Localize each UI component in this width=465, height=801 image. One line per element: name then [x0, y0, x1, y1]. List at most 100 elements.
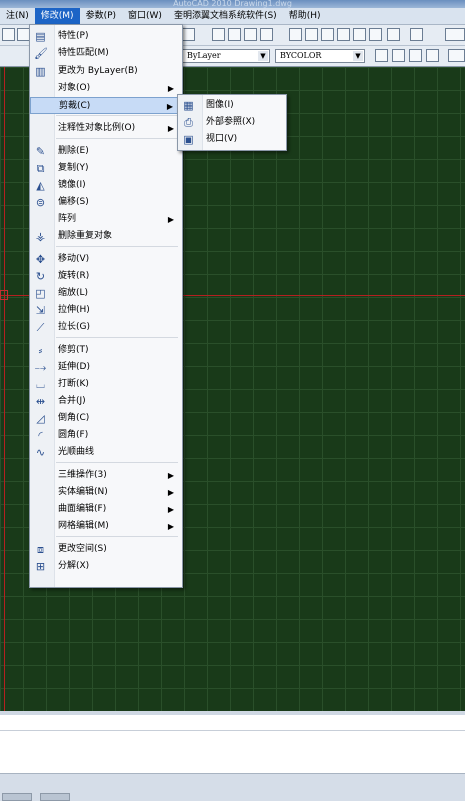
properties-toolbar-icon[interactable]	[289, 28, 302, 41]
modify-menu-item[interactable]: ✥ 移动(V)	[30, 251, 180, 268]
modify-menu-item[interactable]: ⧈ 更改空间(S)	[30, 541, 180, 558]
modify-menu-item[interactable]: ⚶ 删除重复对象	[30, 228, 180, 245]
modify-menu-item-label: 拉伸(H)	[58, 305, 90, 315]
crosshair-pickbox	[0, 290, 8, 300]
modify-menu-item[interactable]: ◿ 倒角(C)	[30, 410, 180, 427]
zoom-window-icon[interactable]	[244, 28, 257, 41]
modify-menu-item-label: 删除重复对象	[58, 231, 113, 241]
help-icon[interactable]	[387, 28, 400, 41]
modify-menu-item[interactable]: ⇲ 拉伸(H)	[30, 302, 180, 319]
menu-annotate[interactable]: 注(N)	[0, 8, 35, 24]
modify-menu-item-label: 注释性对象比例(O)	[58, 123, 136, 133]
color-dropdown[interactable]: BYCOLOR ▼	[275, 49, 365, 63]
modify-menu-item[interactable]: 实体编辑(N) ▶	[30, 484, 180, 501]
blend-curves-icon: ∿	[35, 446, 46, 459]
modify-menu-item[interactable]: 网格编辑(M) ▶	[30, 518, 180, 535]
command-line[interactable]	[0, 711, 465, 777]
dimension-radius-icon[interactable]	[448, 49, 465, 62]
modify-menu-item-label: 镜像(I)	[58, 180, 86, 190]
submenu-arrow-icon: ▶	[167, 522, 174, 531]
modify-menu-item[interactable]: ⊜ 偏移(S)	[30, 194, 180, 211]
modify-menu-item[interactable]: 阵列 ▶	[30, 211, 180, 228]
submenu-arrow-icon: ▶	[166, 102, 173, 111]
text-style-icon[interactable]	[410, 28, 423, 41]
overkill-icon: ⚶	[35, 230, 46, 243]
modify-menu-item-label: 更改为 ByLayer(B)	[58, 66, 138, 76]
modify-menu-item[interactable]: 对象(O) ▶	[30, 80, 180, 97]
modify-menu-item[interactable]: ⧉ 复制(Y)	[30, 160, 180, 177]
submenu-arrow-icon: ▶	[167, 124, 174, 133]
modify-menu-item[interactable]: 注释性对象比例(O) ▶	[30, 120, 180, 137]
modify-menu-item[interactable]: ◜ 圆角(F)	[30, 427, 180, 444]
modify-menu-item-label: 阵列	[58, 214, 77, 224]
move-icon: ✥	[35, 253, 46, 266]
menu-separator	[56, 462, 178, 463]
modify-menu-item[interactable]: ⤍ 延伸(D)	[30, 359, 180, 376]
modify-menu-item-label: 缩放(L)	[58, 288, 89, 298]
join-icon: ⇹	[35, 395, 46, 408]
modify-menu-item[interactable]: ◰ 缩放(L)	[30, 285, 180, 302]
modify-menu-item-label: 光顺曲线	[58, 447, 95, 457]
sheet-set-icon[interactable]	[337, 28, 350, 41]
zoom-previous-icon[interactable]	[260, 28, 273, 41]
modify-menu-item[interactable]: ∿ 光顺曲线	[30, 444, 180, 461]
image-icon: ▦	[183, 99, 194, 112]
modify-menu-item-label: 删除(E)	[58, 146, 89, 156]
clip-submenu-item-label: 图像(I)	[206, 100, 234, 110]
modify-menu-item[interactable]: ▥ 更改为 ByLayer(B)	[30, 63, 180, 80]
clip-submenu-item[interactable]: ▦ 图像(I)	[178, 97, 284, 114]
modify-menu-item[interactable]: ✎ 删除(E)	[30, 143, 180, 160]
open-icon[interactable]	[2, 28, 15, 41]
extend-icon: ⤍	[34, 361, 47, 374]
modify-menu-item[interactable]: 曲面编辑(F) ▶	[30, 501, 180, 518]
dimension-arc-icon[interactable]	[409, 49, 422, 62]
modify-menu-item[interactable]: ⟋ 拉长(G)	[30, 319, 180, 336]
modify-menu-item[interactable]: 剪裁(C) ▶	[30, 97, 180, 114]
stretch-icon: ⇲	[35, 304, 46, 317]
modify-menu-item[interactable]: 三维操作(3) ▶	[30, 467, 180, 484]
modify-menu-item[interactable]: ⊞ 分解(X)	[30, 558, 180, 575]
match-properties-icon: 🖌	[34, 47, 48, 60]
dimension-aligned-icon[interactable]	[392, 49, 405, 62]
crosshair-vertical	[4, 67, 5, 711]
modify-menu-item[interactable]: ⇹ 合并(J)	[30, 393, 180, 410]
clip-submenu-item[interactable]: ⎙ 外部参照(X)	[178, 114, 284, 131]
design-center-icon[interactable]	[305, 28, 318, 41]
modify-menu-item[interactable]: ⌴ 打断(K)	[30, 376, 180, 393]
chevron-down-icon: ▼	[258, 51, 268, 61]
style-dropdown-icon[interactable]	[445, 28, 465, 41]
dimension-ordinate-icon[interactable]	[426, 49, 439, 62]
dimension-linear-icon[interactable]	[375, 49, 388, 62]
menu-plugin[interactable]: 奎明添翼文档系统软件(S)	[168, 8, 283, 24]
quickcalc-icon[interactable]	[369, 28, 382, 41]
clip-submenu-item[interactable]: ▣ 视口(V)	[178, 131, 284, 148]
markup-icon[interactable]	[353, 28, 366, 41]
zoom-realtime-icon[interactable]	[228, 28, 241, 41]
clip-submenu: ▦ 图像(I) ⎙ 外部参照(X) ▣ 视口(V)	[177, 94, 287, 151]
modify-menu-item[interactable]: ↻ 旋转(R)	[30, 268, 180, 285]
menu-parametric[interactable]: 参数(P)	[80, 8, 122, 24]
rotate-icon: ↻	[35, 270, 46, 283]
title-bar: AutoCAD 2010 Drawing1.dwg	[0, 0, 465, 8]
scale-icon: ◰	[35, 287, 46, 300]
modify-menu-item-label: 实体编辑(N)	[58, 487, 108, 497]
modify-menu-item-label: 合并(J)	[58, 396, 86, 406]
redo-icon[interactable]	[182, 28, 195, 41]
menu-help[interactable]: 帮助(H)	[283, 8, 327, 24]
menu-window[interactable]: 窗口(W)	[122, 8, 168, 24]
modify-menu-item[interactable]: ⸗ 修剪(T)	[30, 342, 180, 359]
window-title: AutoCAD 2010 Drawing1.dwg	[173, 0, 292, 8]
menu-separator	[56, 536, 178, 537]
modify-menu-item[interactable]: 🖌 特性匹配(M)	[30, 45, 180, 62]
modify-menu-item-label: 三维操作(3)	[58, 470, 107, 480]
pan-icon[interactable]	[212, 28, 225, 41]
tool-palettes-icon[interactable]	[321, 28, 334, 41]
modify-menu-item-label: 偏移(S)	[58, 197, 89, 207]
linetype-value: ByLayer	[187, 51, 221, 60]
submenu-arrow-icon: ▶	[167, 505, 174, 514]
linetype-dropdown[interactable]: ByLayer ▼	[182, 49, 270, 63]
modify-menu-item[interactable]: ◭ 镜像(I)	[30, 177, 180, 194]
menu-modify[interactable]: 修改(M)	[34, 8, 80, 24]
chamfer-icon: ◿	[36, 412, 45, 425]
modify-menu-item[interactable]: ▤ 特性(P)	[30, 28, 180, 45]
